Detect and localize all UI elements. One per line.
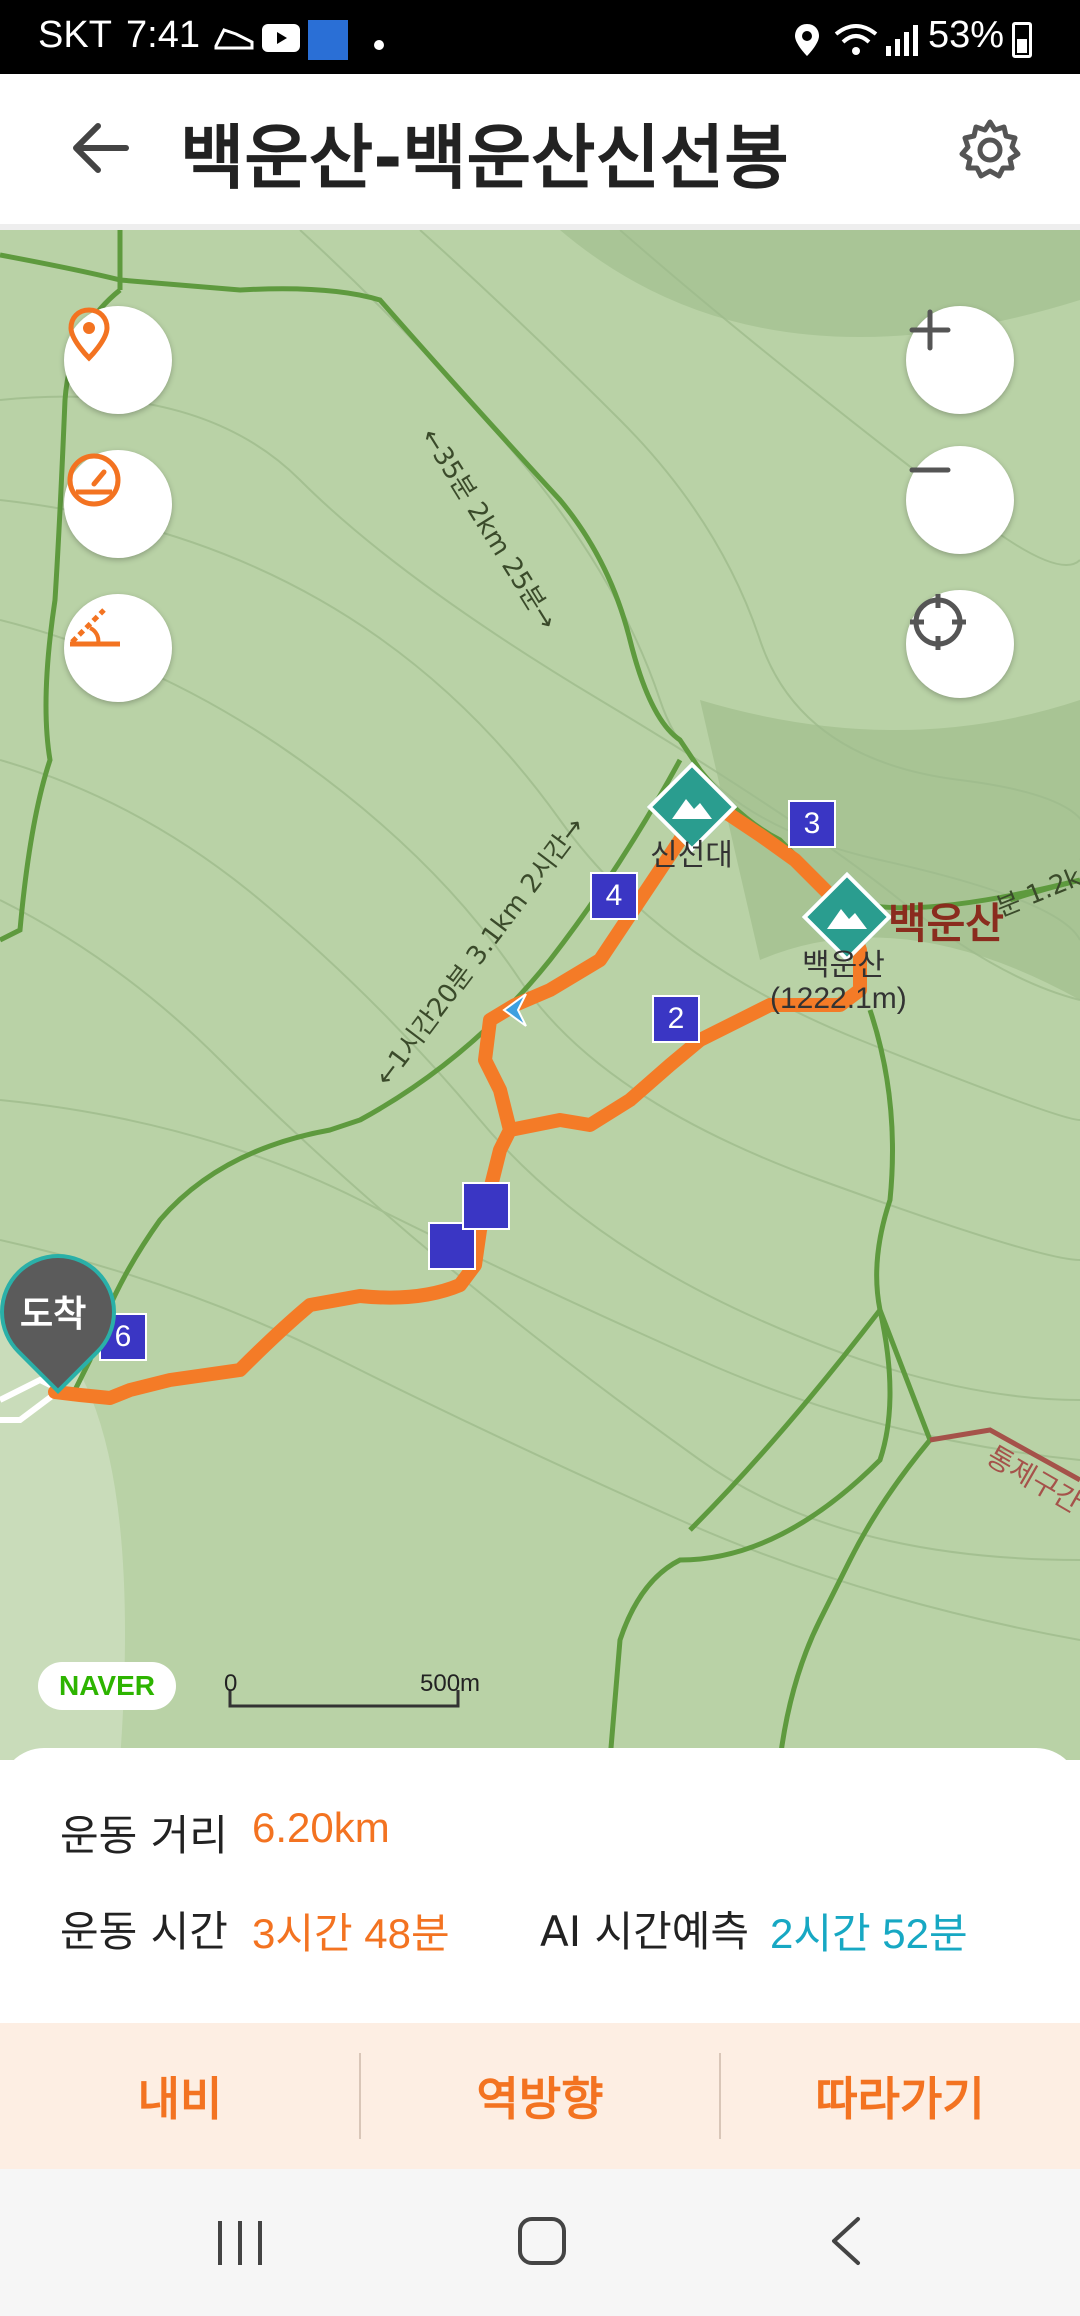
waypoint-marker-2[interactable]: 2 bbox=[652, 995, 700, 1043]
status-bar: SKT 7:41 53% bbox=[0, 0, 1080, 74]
peak-main-label: 백운산 bbox=[802, 948, 885, 983]
reverse-button[interactable]: 역방향 bbox=[360, 2023, 720, 2169]
ai-prediction-label: AI 시간예측 bbox=[540, 1907, 750, 1956]
battery-icon bbox=[1012, 22, 1032, 58]
peak-sub-label: 신선대 bbox=[650, 838, 733, 873]
shoe-icon bbox=[214, 22, 254, 52]
system-nav-bar bbox=[0, 2169, 1080, 2316]
recenter-button[interactable] bbox=[906, 590, 1014, 698]
waypoint-label: 6 bbox=[114, 1320, 132, 1353]
waypoint-label: 3 bbox=[803, 807, 821, 840]
location-icon bbox=[792, 22, 822, 58]
dot-icon bbox=[374, 40, 384, 50]
map-view[interactable]: ←35분 2km 25분→ ←1시간20분 3.1km 2시간→ 분 1.2k … bbox=[0, 230, 1080, 1760]
gear-icon[interactable] bbox=[958, 118, 1022, 182]
waypoint-marker[interactable] bbox=[462, 1182, 510, 1230]
arrow-left-icon[interactable] bbox=[68, 118, 132, 178]
waypoint-label: 2 bbox=[667, 1002, 685, 1035]
back-icon[interactable] bbox=[822, 2213, 872, 2269]
my-location-button[interactable] bbox=[64, 306, 172, 414]
scale-start-label: 0 bbox=[224, 1670, 238, 1697]
battery-percent: 53% bbox=[928, 14, 1005, 56]
peak-main-elevation: (1222.1m) bbox=[770, 982, 907, 1015]
recent-apps-icon[interactable] bbox=[210, 2215, 270, 2271]
page-title: 백운산-백운산신선봉 bbox=[180, 117, 789, 199]
speedometer-button[interactable] bbox=[64, 450, 172, 558]
peak-main-name: 백운산 bbox=[888, 899, 1004, 948]
slope-button[interactable] bbox=[64, 594, 172, 702]
direction-arrow-icon bbox=[496, 990, 536, 1030]
waypoint-marker-4[interactable]: 4 bbox=[590, 872, 638, 920]
scale-end-label: 500m bbox=[420, 1670, 481, 1697]
header: 백운산-백운산신선봉 bbox=[0, 74, 1080, 230]
action-bar: 내비 역방향 따라가기 bbox=[0, 2023, 1080, 2169]
distance-value: 6.20km bbox=[252, 1804, 390, 1851]
clock: 7:41 bbox=[126, 14, 200, 56]
follow-button[interactable]: 따라가기 bbox=[720, 2023, 1080, 2169]
time-label: 운동 시간 bbox=[60, 1907, 228, 1956]
carrier-label: SKT bbox=[38, 14, 112, 56]
stock-app-icon bbox=[308, 20, 348, 60]
youtube-icon bbox=[262, 24, 300, 52]
wifi-icon bbox=[834, 22, 878, 58]
stats-panel: 운동 거리 6.20km 운동 시간 3시간 48분 AI 시간예측 2시간 5… bbox=[0, 1748, 1080, 2023]
waypoint-marker-3[interactable]: 3 bbox=[788, 800, 836, 848]
arrival-label: 도착 bbox=[20, 1294, 87, 1335]
distance-label: 운동 거리 bbox=[60, 1811, 228, 1860]
waypoint-label: 4 bbox=[605, 879, 623, 912]
naver-logo: NAVER bbox=[38, 1662, 176, 1710]
zoom-in-button[interactable] bbox=[906, 306, 1014, 414]
navi-button[interactable]: 내비 bbox=[0, 2023, 360, 2169]
time-value: 3시간 48분 bbox=[252, 1910, 450, 1957]
zoom-out-button[interactable] bbox=[906, 446, 1014, 554]
home-icon[interactable] bbox=[514, 2213, 570, 2269]
signal-icon bbox=[884, 24, 918, 56]
ai-prediction-value: 2시간 52분 bbox=[770, 1910, 968, 1957]
